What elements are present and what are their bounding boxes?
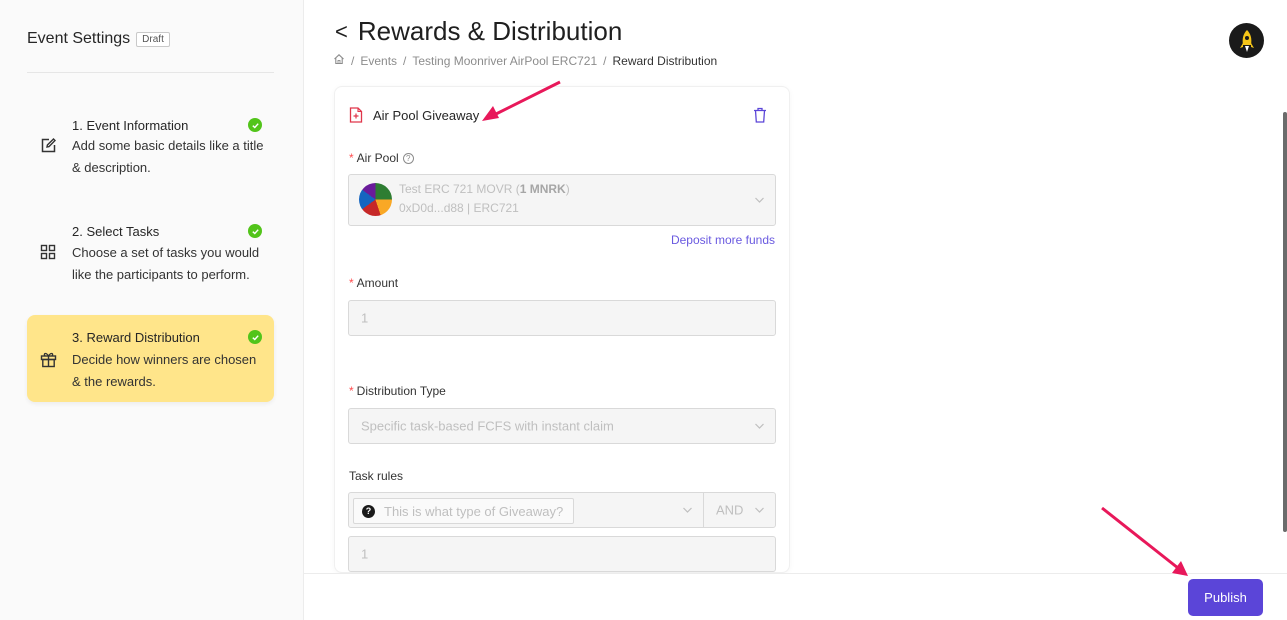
page-title: < Rewards & Distribution [335, 16, 622, 47]
check-icon [248, 118, 262, 132]
amount-label: * Amount [349, 276, 399, 290]
rocket-logo-icon [1239, 29, 1254, 52]
step-description: Add some basic details like a title & de… [72, 138, 264, 175]
step-reward-distribution[interactable]: 3. Reward Distribution Decide how winner… [27, 315, 274, 402]
scrollbar[interactable] [1283, 112, 1287, 532]
step-title: 3. Reward Distribution [72, 330, 200, 345]
publish-button[interactable]: Publish [1188, 579, 1263, 616]
sidebar-divider [27, 72, 274, 73]
distribution-type-label: * Distribution Type [349, 384, 446, 398]
breadcrumb-current: Reward Distribution [612, 53, 718, 68]
amount-input[interactable]: 1 [348, 300, 776, 336]
distribution-type-select[interactable]: Specific task-based FCFS with instant cl… [348, 408, 776, 444]
back-chevron-icon[interactable]: < [335, 19, 348, 45]
step-select-tasks[interactable]: 2. Select Tasks Choose a set of tasks yo… [27, 214, 274, 294]
check-icon [248, 224, 262, 238]
settings-sidebar: Event Settings Draft 1. Event Informatio… [0, 0, 304, 620]
sidebar-title: Event Settings [27, 30, 131, 47]
operator-select[interactable]: AND [703, 492, 776, 528]
task-rules-label: Task rules [349, 469, 404, 483]
step-description: Decide how winners are chosen & the rewa… [72, 352, 257, 389]
step-description: Choose a set of tasks you would like the… [72, 245, 260, 282]
sidebar-header: Event Settings Draft [27, 30, 170, 48]
rule-value-input[interactable]: 1 [348, 536, 776, 572]
user-avatar[interactable] [1229, 23, 1264, 58]
air-pool-select[interactable]: Test ERC 721 MOVR (1 MNRK) 0xD0d...d88 |… [348, 174, 776, 226]
step-title: 1. Event Information [72, 118, 189, 133]
pool-address: 0xD0d...d88 | ERC721 [399, 201, 519, 215]
card-header: Air Pool Giveaway [349, 107, 479, 123]
footer-bar: Publish [304, 573, 1287, 620]
chevron-down-icon [683, 507, 692, 513]
breadcrumb-event[interactable]: Testing Moonriver AirPool ERC721 [412, 54, 597, 68]
grid-icon [39, 243, 57, 261]
pool-avatar [359, 183, 392, 216]
draft-badge: Draft [136, 31, 170, 47]
help-icon[interactable]: ? [402, 153, 414, 165]
step-event-information[interactable]: 1. Event Information Add some basic deta… [27, 108, 274, 188]
trash-icon[interactable] [753, 107, 767, 123]
reward-card: Air Pool Giveaway * Air Pool? Test ERC 72… [334, 86, 790, 573]
check-icon [248, 330, 262, 344]
page-title-text: Rewards & Distribution [357, 16, 623, 46]
main-content: < Rewards & Distribution / Events / Test… [305, 0, 1287, 573]
deposit-more-funds-link[interactable]: Deposit more funds [671, 233, 775, 247]
card-title: Air Pool Giveaway [373, 107, 480, 123]
gift-icon [39, 350, 57, 368]
home-icon[interactable] [333, 53, 345, 68]
pool-name: Test ERC 721 MOVR (1 MNRK) [399, 182, 570, 196]
edit-icon [39, 136, 57, 154]
task-rule-select[interactable]: ? This is what type of Giveaway? [348, 492, 704, 528]
document-icon [349, 107, 363, 123]
chevron-down-icon [755, 507, 764, 513]
air-pool-label: * Air Pool? [349, 151, 414, 165]
breadcrumb-events[interactable]: Events [360, 54, 397, 68]
question-icon: ? [362, 504, 375, 518]
chevron-down-icon [755, 197, 764, 203]
chevron-down-icon [755, 423, 764, 429]
step-title: 2. Select Tasks [72, 224, 160, 239]
task-rule-tag: ? This is what type of Giveaway? [353, 498, 575, 524]
breadcrumb: / Events / Testing Moonriver AirPool ERC… [333, 53, 717, 68]
